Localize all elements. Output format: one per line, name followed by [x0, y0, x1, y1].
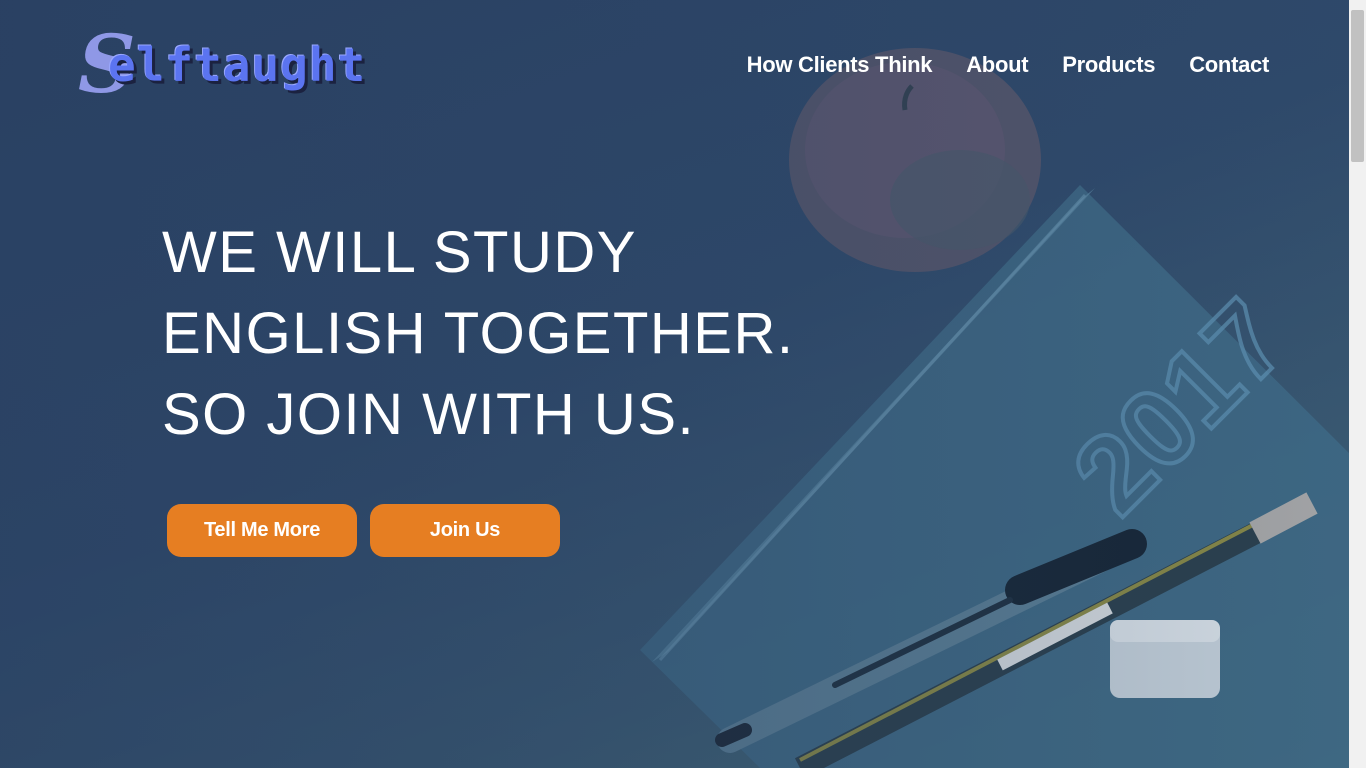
- join-us-button[interactable]: Join Us: [370, 504, 560, 557]
- main-navigation: How Clients Think About Products Contact: [747, 52, 1270, 78]
- selftaught-logo[interactable]: S elftaught: [78, 24, 408, 106]
- nav-link-products[interactable]: Products: [1062, 52, 1155, 78]
- vertical-scrollbar[interactable]: [1349, 0, 1366, 768]
- tell-me-more-button[interactable]: Tell Me More: [167, 504, 357, 557]
- hero-headline: WE WILL STUDY ENGLISH TOGETHER. SO JOIN …: [162, 212, 795, 455]
- landing-page: 2017 S elftaught: [0, 0, 1366, 768]
- nav-link-contact[interactable]: Contact: [1189, 52, 1269, 78]
- nav-link-how-clients-think[interactable]: How Clients Think: [747, 52, 933, 78]
- logo-text: elftaught: [108, 38, 367, 92]
- scrollbar-thumb[interactable]: [1351, 10, 1364, 162]
- headline-line: ENGLISH TOGETHER.: [162, 301, 795, 366]
- headline-line: SO JOIN WITH US.: [162, 382, 696, 447]
- nav-link-about[interactable]: About: [966, 52, 1028, 78]
- hero-buttons: Tell Me More Join Us: [167, 504, 560, 557]
- headline-line: WE WILL STUDY: [162, 220, 637, 285]
